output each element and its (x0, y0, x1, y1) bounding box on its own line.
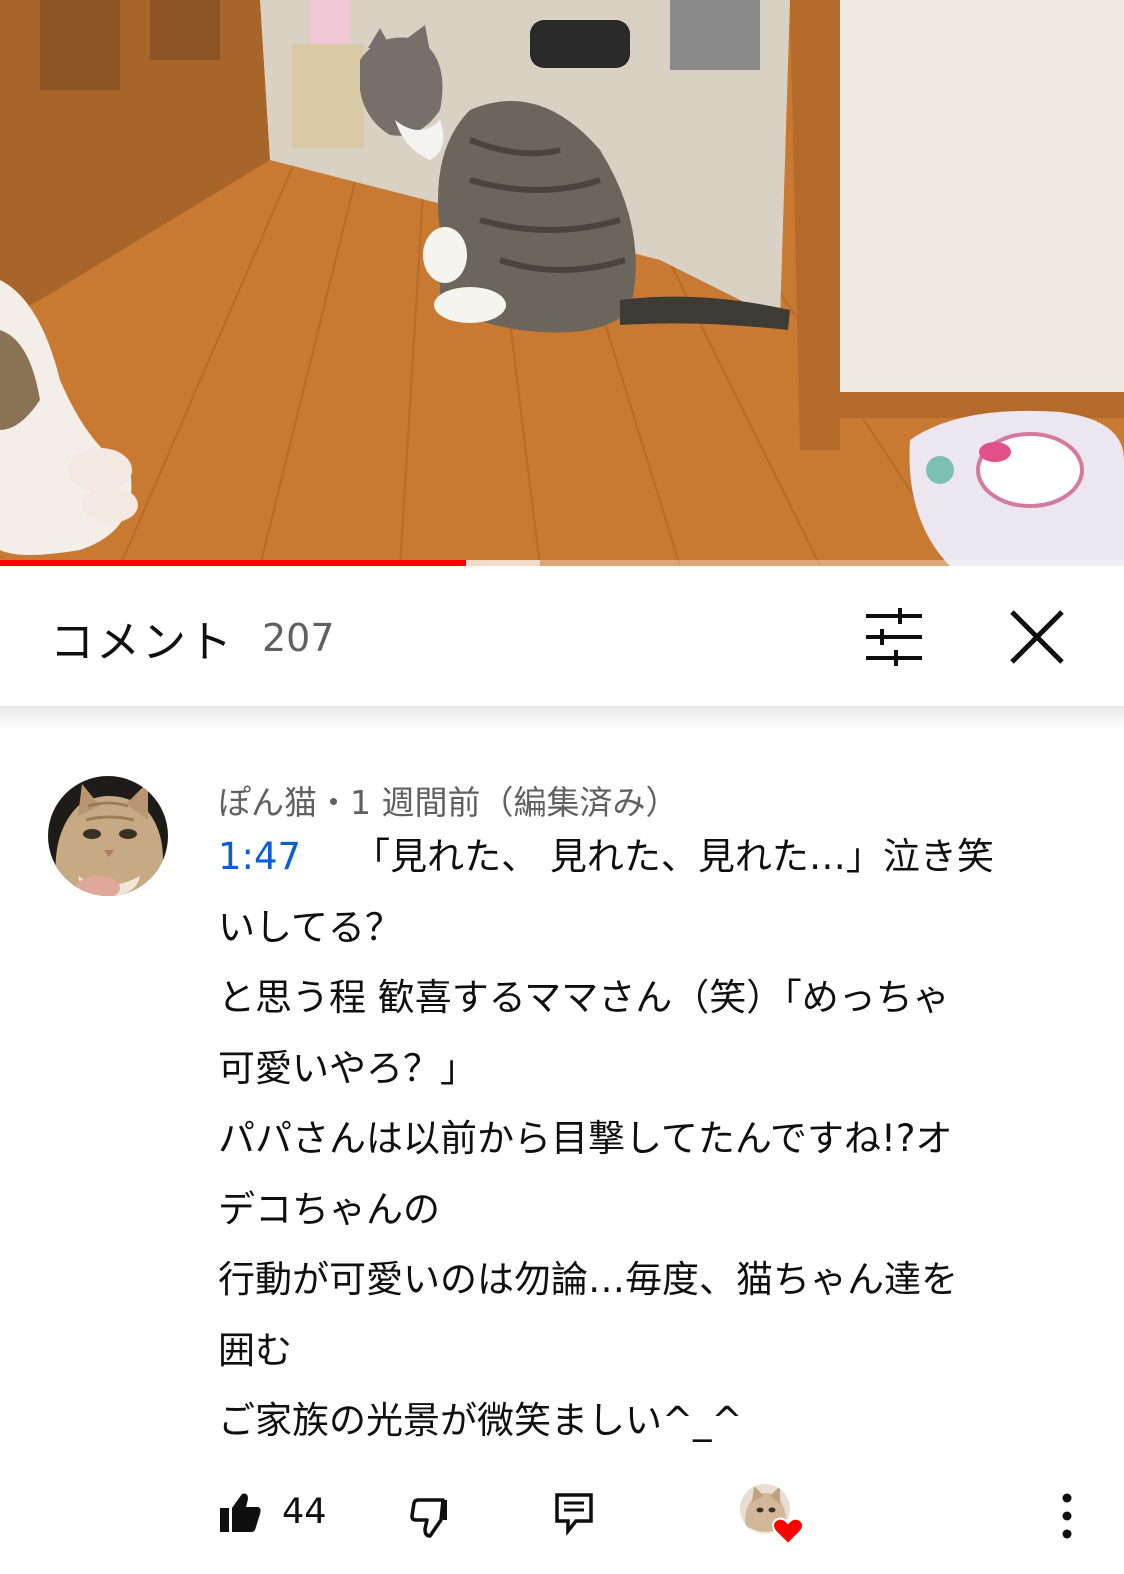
reply-button[interactable] (554, 1492, 594, 1536)
header-divider (0, 706, 1124, 730)
comment-line: 囲む (218, 1328, 292, 1372)
sliders-icon (866, 608, 922, 666)
comment-line: と思う程 歓喜するママさん（笑）「めっちゃ (218, 976, 950, 1019)
comment-text: 1:47 「見れた、 見れた、見れた…」泣き笑 いしてる？ と思う程 歓喜するママ… (218, 822, 1078, 1457)
comments-header: コメント 207 (0, 566, 1124, 712)
comment-line: パパさんは以前から目撃してたんですね!?オ (218, 1117, 953, 1160)
heart-icon (772, 1517, 804, 1546)
comment-action-bar: 44 (0, 1476, 1124, 1556)
comment-line: デコちゃんの (218, 1187, 440, 1231)
close-comments-button[interactable] (1002, 602, 1072, 672)
reply-icon (555, 1493, 593, 1536)
meta-separator: ・ (317, 783, 350, 822)
comments-title: コメント (50, 617, 234, 668)
thumbs-up-icon (220, 1493, 261, 1532)
dislike-button[interactable] (410, 1496, 454, 1540)
comment-time: 1 週間前（編集済み） (350, 783, 679, 822)
comment-meta: ぽん猫・1 週間前（編集済み） (218, 776, 679, 824)
like-button[interactable] (218, 1490, 262, 1534)
timestamp-link[interactable]: 1:47 (218, 835, 301, 878)
more-options-button[interactable] (1050, 1490, 1084, 1542)
comments-count: 207 (262, 616, 335, 660)
like-count: 44 (282, 1492, 327, 1532)
thumbs-down-icon (410, 1498, 447, 1538)
comment-line: ご家族の光景が微笑ましい^_^ (218, 1399, 743, 1442)
author-avatar[interactable] (48, 776, 168, 896)
comment-line: 行動が可愛いのは勿論…毎度、猫ちゃん達を (218, 1258, 958, 1301)
video-player[interactable] (0, 0, 1124, 566)
cat-avatar-image (48, 776, 168, 896)
video-frame (0, 0, 1124, 566)
sort-filter-button[interactable] (860, 606, 928, 668)
close-icon (1010, 610, 1064, 664)
comment-line: 可愛いやろ？」 (218, 1046, 477, 1090)
creator-heart (740, 1484, 806, 1546)
comment-line-text: 「見れた、 見れた、見れた…」泣き笑 (353, 835, 994, 878)
comment-author[interactable]: ぽん猫 (218, 783, 317, 822)
comment-line: 1:47 「見れた、 見れた、見れた…」泣き笑 (218, 822, 1078, 893)
more-vertical-icon (1062, 1493, 1072, 1539)
comment-line: いしてる？ (218, 905, 402, 949)
